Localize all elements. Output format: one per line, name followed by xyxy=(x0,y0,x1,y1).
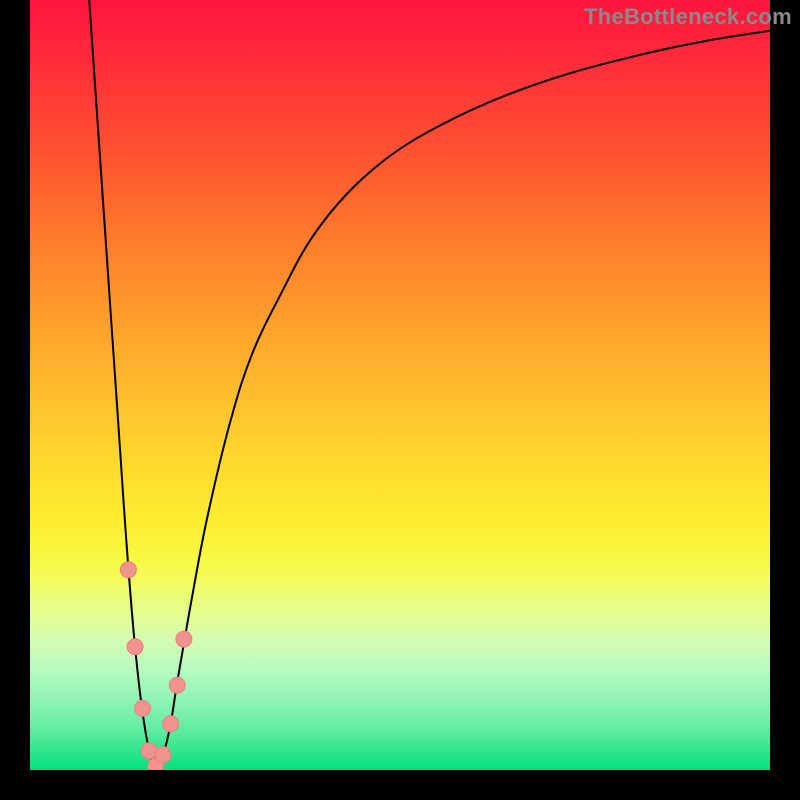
marker-dot xyxy=(176,631,192,647)
marker-dot xyxy=(127,639,143,655)
marker-dot xyxy=(141,743,157,759)
marker-dot xyxy=(134,700,150,716)
marker-dot xyxy=(169,677,185,693)
plot-area xyxy=(30,0,770,770)
bottleneck-curve xyxy=(89,0,770,770)
marker-dot xyxy=(120,562,136,578)
watermark: TheBottleneck.com xyxy=(584,4,792,30)
marker-dot xyxy=(163,716,179,732)
marker-dot xyxy=(155,747,171,763)
curve-layer xyxy=(30,0,770,770)
chart-frame: TheBottleneck.com xyxy=(0,0,800,800)
